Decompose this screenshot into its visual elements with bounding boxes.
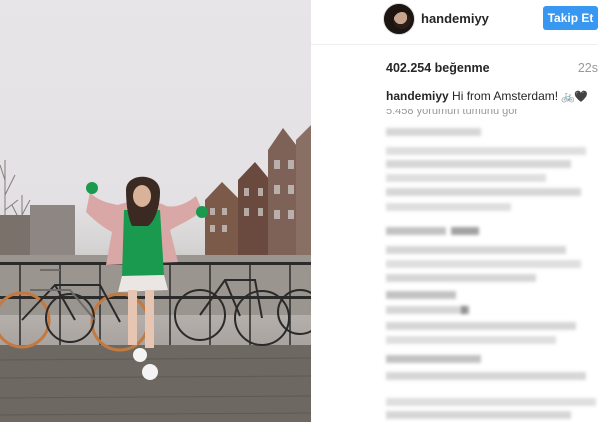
blurred-comment-line	[386, 174, 546, 182]
username-link[interactable]: handemiyy	[421, 11, 489, 26]
post-details-panel: handemiyy Takip Et 402.254 beğenme 22s h…	[311, 0, 598, 422]
avatar[interactable]	[383, 3, 415, 35]
blurred-comment-line	[386, 147, 586, 155]
blurred-comment-line	[386, 355, 481, 363]
blurred-comment-line	[386, 227, 446, 235]
blurred-comment-line	[386, 291, 456, 299]
blurred-comment-line	[386, 203, 511, 211]
blurred-comment-line	[386, 274, 536, 282]
likes-count[interactable]: 402.254 beğenme	[386, 61, 490, 75]
blurred-comment-line	[386, 246, 566, 254]
instagram-post: handemiyy Takip Et 402.254 beğenme 22s h…	[0, 0, 598, 422]
blurred-comment-line	[386, 306, 466, 314]
blurred-comment-line	[386, 372, 586, 380]
amsterdam-canal-photo	[0, 125, 311, 422]
caption-username[interactable]: handemiyy	[386, 89, 449, 103]
view-all-comments-link[interactable]: 5.458 yorumun tümünü gör	[386, 109, 596, 121]
view-all-comments-label: 5.458 yorumun tümünü gör	[386, 109, 519, 117]
blurred-comment-line	[386, 160, 571, 168]
blurred-comment-line	[386, 336, 556, 344]
post-header: handemiyy Takip Et	[311, 0, 598, 45]
blurred-comment-line	[386, 398, 596, 406]
blurred-comment-line	[386, 188, 581, 196]
avatar-hair	[384, 4, 414, 34]
blurred-comment-line	[461, 306, 469, 314]
blurred-comment-line	[386, 322, 576, 330]
caption-text: Hi from Amsterdam!	[452, 89, 559, 103]
blurred-comment-line	[451, 227, 479, 235]
blurred-comment-line	[386, 260, 581, 268]
caption: handemiyy Hi from Amsterdam! 🚲🖤	[386, 89, 588, 103]
post-time[interactable]: 22s	[578, 61, 598, 75]
post-photo[interactable]	[0, 0, 311, 422]
blurred-comment-line	[386, 128, 481, 136]
caption-emoji: 🚲🖤	[561, 91, 587, 103]
follow-button[interactable]: Takip Et	[543, 6, 598, 30]
blurred-comment-line	[386, 411, 571, 419]
likes-row: 402.254 beğenme 22s	[386, 61, 598, 79]
